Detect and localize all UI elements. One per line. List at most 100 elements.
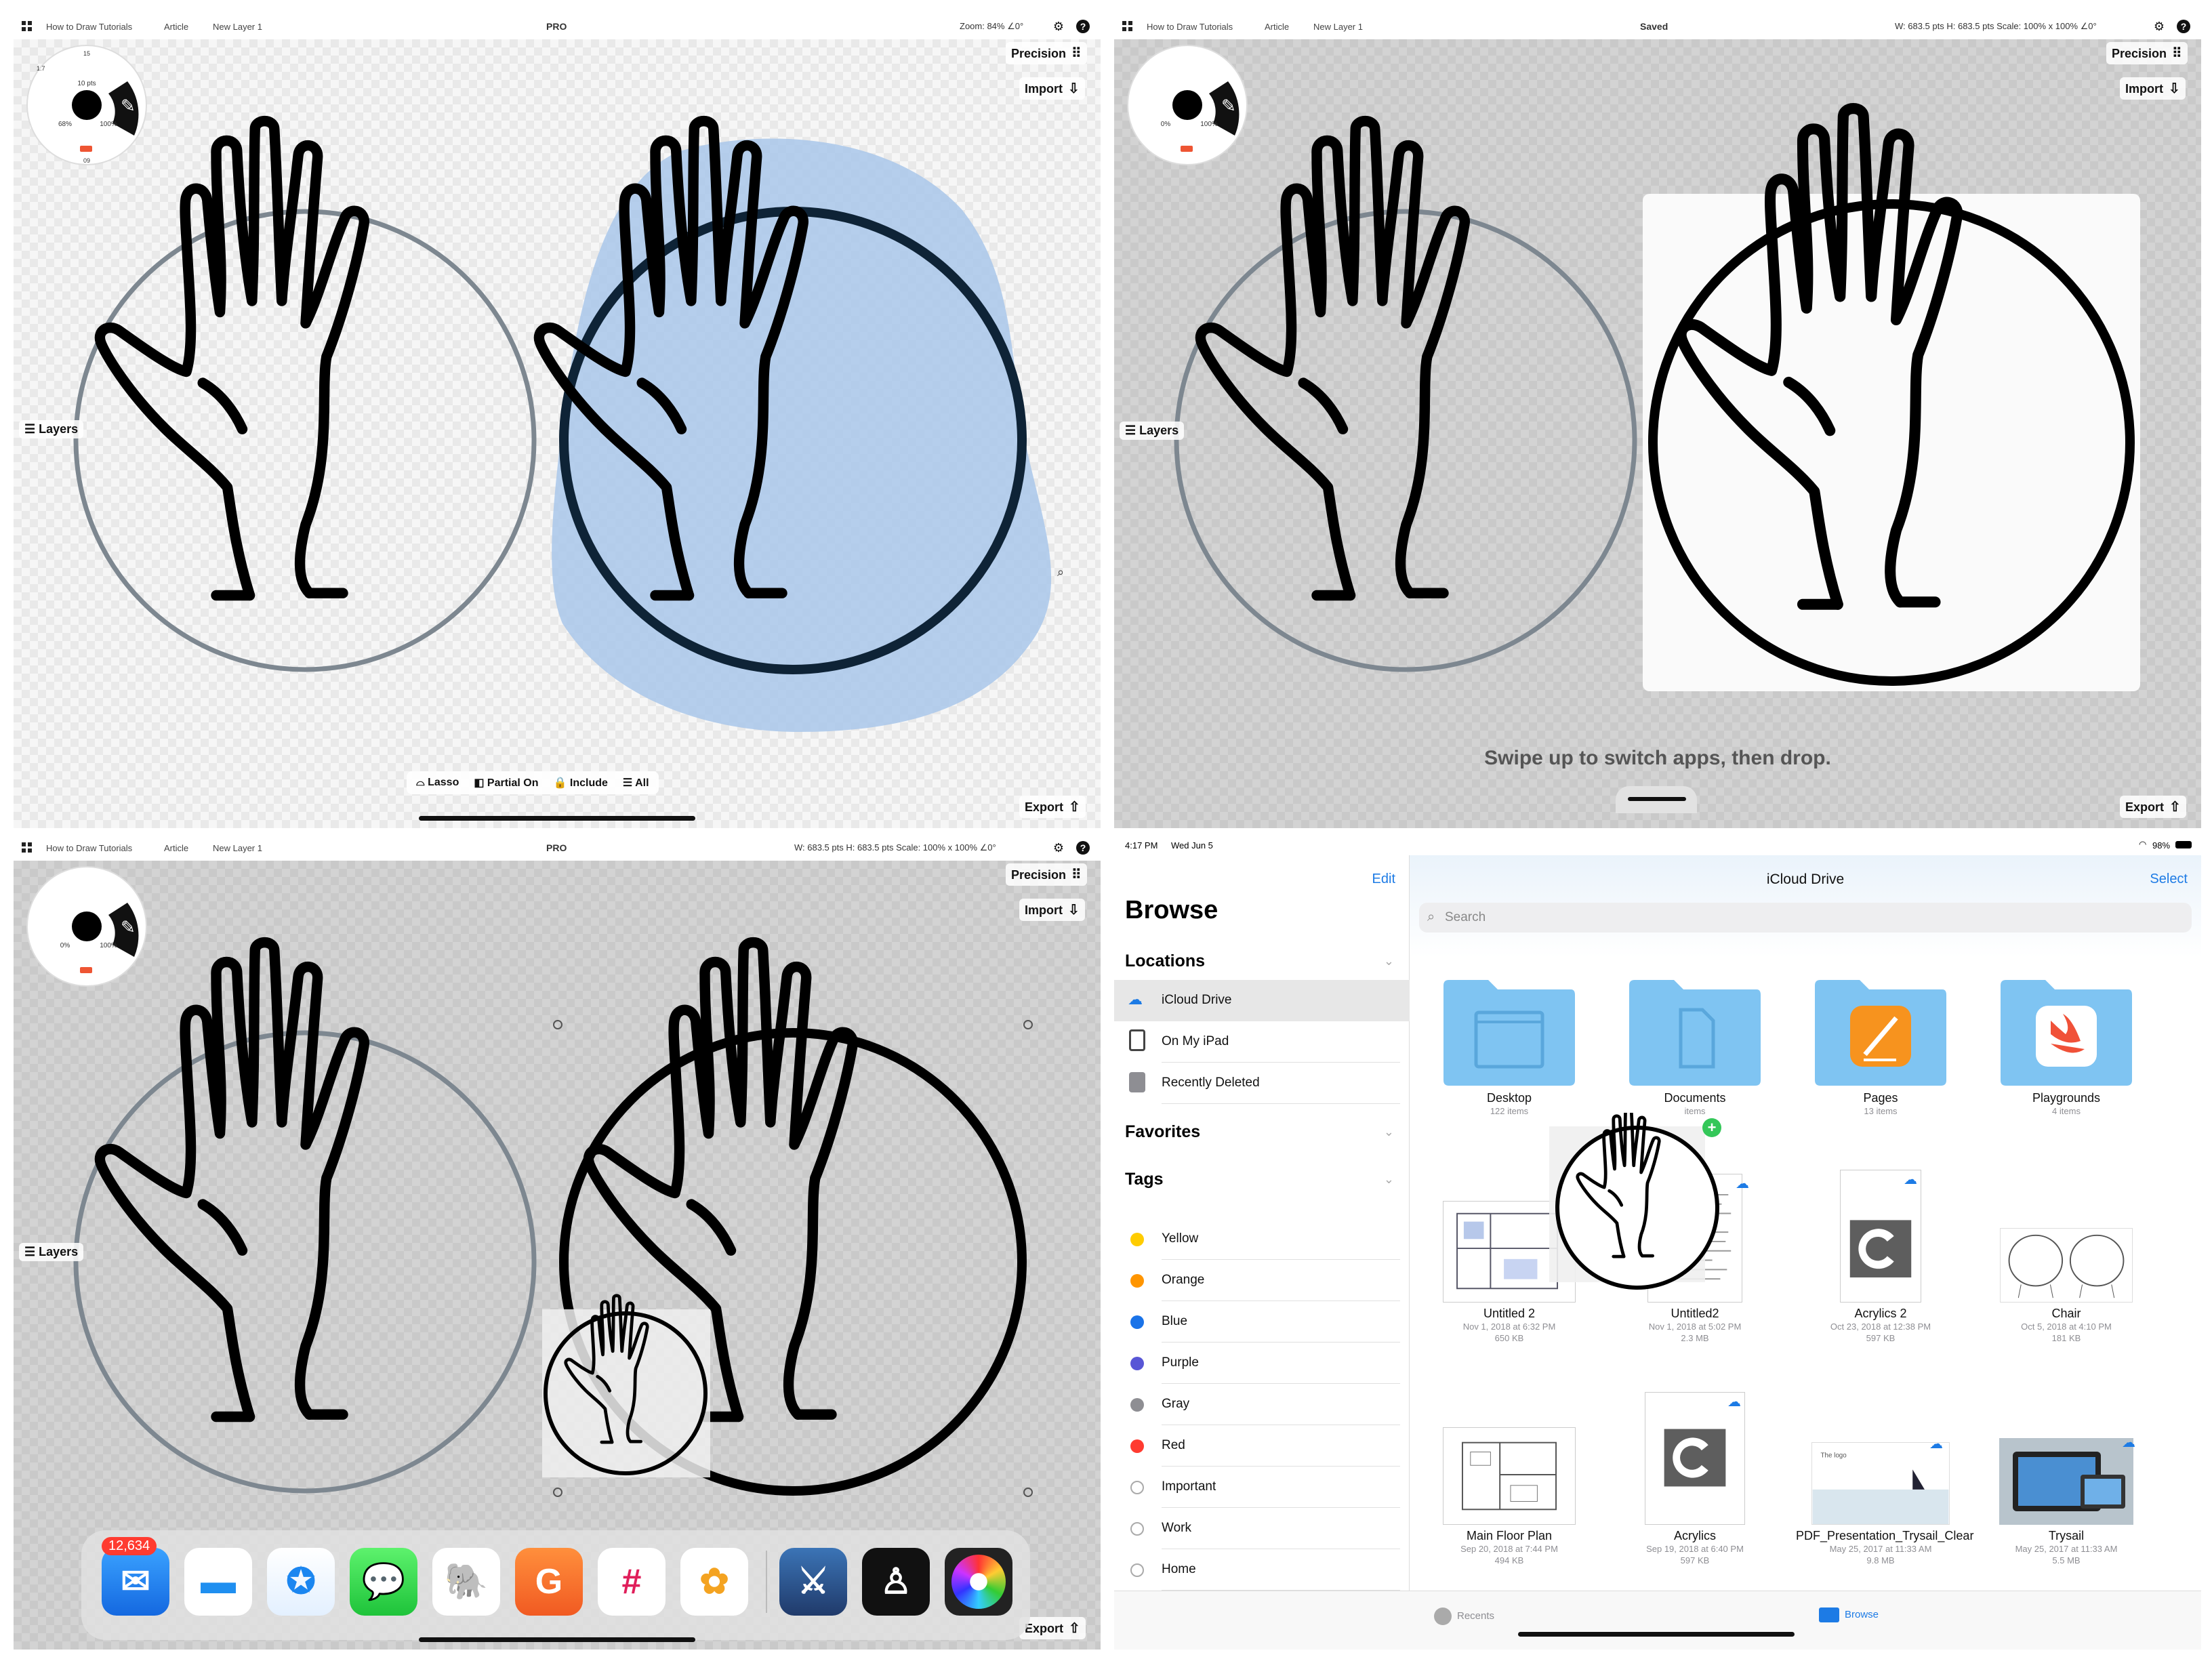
gallery-grid-icon[interactable] bbox=[22, 21, 33, 32]
home-indicator[interactable] bbox=[419, 816, 695, 821]
dragged-preview-card[interactable] bbox=[1643, 194, 2140, 691]
breadcrumb-article[interactable]: Article bbox=[164, 843, 188, 853]
files-app-icon[interactable]: ▬ bbox=[184, 1548, 252, 1616]
gallery-grid-icon[interactable] bbox=[1122, 21, 1133, 32]
locations-header[interactable]: Locations bbox=[1125, 951, 1205, 971]
edit-button[interactable]: Edit bbox=[1372, 872, 1395, 887]
tab-recents[interactable]: Recents bbox=[1434, 1607, 1494, 1625]
layers-button[interactable]: ☰ Layers bbox=[19, 420, 84, 438]
tags-header[interactable]: Tags bbox=[1125, 1170, 1164, 1189]
tag-color-dot bbox=[1130, 1522, 1144, 1536]
export-button[interactable]: Export ⇧ bbox=[2120, 796, 2186, 818]
dimensions-readout: W: 683.5 pts H: 683.5 pts Scale: 100% x … bbox=[794, 842, 996, 853]
dragged-thumbnail[interactable] bbox=[542, 1296, 710, 1477]
lasso-option[interactable]: ⌓ Lasso bbox=[416, 777, 459, 789]
layers-button[interactable]: ☰ Layers bbox=[1120, 422, 1185, 440]
dragged-drawing-preview[interactable]: + bbox=[1549, 1113, 1731, 1294]
help-icon[interactable]: ? bbox=[2177, 20, 2190, 33]
sidebar-tag-work[interactable]: Work bbox=[1114, 1508, 1410, 1549]
folder-playgrounds[interactable]: Playgrounds 4 items bbox=[1982, 979, 2151, 1117]
chevron-down-icon[interactable]: ⌄ bbox=[1384, 1125, 1394, 1139]
tool-wheel[interactable]: 0% 100% ✎ bbox=[26, 862, 155, 991]
file-acrylics[interactable]: ☁ Acrylics Sep 19, 2018 at 6:40 PM 597 K… bbox=[1610, 1392, 1780, 1566]
sidebar-tag-home[interactable]: Home bbox=[1114, 1549, 1410, 1591]
folder-desktop[interactable]: Desktop 122 items bbox=[1425, 979, 1594, 1117]
sidebar-item-icloud-drive[interactable]: ☁ iCloud Drive bbox=[1114, 980, 1410, 1021]
color-app-icon[interactable] bbox=[945, 1548, 1012, 1616]
cloud-download-icon[interactable]: ☁ bbox=[1902, 1173, 1919, 1187]
tool-wheel[interactable]: 0% 100% ✎ bbox=[1126, 41, 1255, 169]
sidebar-tag-blue[interactable]: Blue bbox=[1114, 1301, 1410, 1343]
sidebar-tag-purple[interactable]: Purple bbox=[1114, 1343, 1410, 1384]
sidebar-tag-orange[interactable]: Orange bbox=[1114, 1260, 1410, 1301]
breadcrumb-layer[interactable]: New Layer 1 bbox=[213, 843, 262, 853]
messages-app-icon[interactable]: 💬 bbox=[350, 1548, 417, 1616]
layers-button[interactable]: ☰ Layers bbox=[19, 1243, 84, 1261]
all-option[interactable]: ☰ All bbox=[623, 776, 649, 790]
sidebar-tag-gray[interactable]: Gray bbox=[1114, 1384, 1410, 1425]
cloud-download-icon[interactable]: ☁ bbox=[2120, 1436, 2137, 1450]
item-name: Chair bbox=[2051, 1307, 2081, 1320]
precision-button[interactable]: Precision ⠿ bbox=[1006, 863, 1087, 886]
import-button[interactable]: Import ⇩ bbox=[1019, 899, 1085, 921]
search-input[interactable]: ⌕ Search bbox=[1419, 903, 2192, 933]
partial-option[interactable]: ◧ Partial On bbox=[474, 776, 538, 790]
home-indicator[interactable] bbox=[1628, 797, 1686, 801]
file-main-floor-plan[interactable]: Main Floor Plan Sep 20, 2018 at 7:44 PM … bbox=[1425, 1427, 1594, 1566]
folder-pages[interactable]: Pages 13 items bbox=[1796, 979, 1965, 1117]
tab-browse[interactable]: Browse bbox=[1819, 1607, 1879, 1622]
file-trysail[interactable]: ☁ Trysail May 25, 2017 at 11:33 AM 5.5 M… bbox=[1982, 1427, 2151, 1566]
evernote-app-icon[interactable]: 🐘 bbox=[432, 1548, 500, 1616]
chevron-down-icon[interactable]: ⌄ bbox=[1384, 954, 1394, 968]
breadcrumb-tutorials[interactable]: How to Draw Tutorials bbox=[1147, 22, 1233, 32]
pro-badge[interactable]: PRO bbox=[546, 842, 567, 853]
file-pdf-presentation-trysail[interactable]: The logo ☁ PDF_Presentation_Trysail_Clea… bbox=[1796, 1427, 1974, 1566]
safari-app-icon[interactable]: ✪ bbox=[267, 1548, 335, 1616]
breadcrumb-layer[interactable]: New Layer 1 bbox=[213, 22, 262, 32]
sidebar-item-recently-deleted[interactable]: Recently Deleted bbox=[1114, 1063, 1410, 1104]
breadcrumb-tutorials[interactable]: How to Draw Tutorials bbox=[46, 22, 132, 32]
sidebar-tag-red[interactable]: Red bbox=[1114, 1425, 1410, 1467]
import-button[interactable]: Import ⇩ bbox=[1019, 77, 1085, 100]
game-app-icon[interactable]: ⚔ bbox=[779, 1548, 847, 1616]
export-button[interactable]: Export ⇧ bbox=[1019, 796, 1086, 818]
folder-documents[interactable]: Documents items bbox=[1610, 979, 1780, 1117]
home-indicator[interactable] bbox=[419, 1637, 695, 1642]
sidebar-item-label: Gray bbox=[1162, 1397, 1190, 1411]
item-name: PDF_Presentation_Trysail_Clear bbox=[1796, 1529, 1974, 1542]
favorites-header[interactable]: Favorites bbox=[1125, 1122, 1200, 1142]
select-button[interactable]: Select bbox=[2150, 872, 2188, 887]
tool-wheel[interactable]: 10 pts 68% 100% 15 1.7 09 ✎ bbox=[26, 41, 155, 169]
cloud-download-icon[interactable]: ☁ bbox=[1927, 1437, 1945, 1451]
precision-button[interactable]: Precision ⠿ bbox=[2106, 42, 2188, 64]
home-indicator[interactable] bbox=[1518, 1632, 1795, 1637]
pro-badge[interactable]: PRO bbox=[546, 21, 567, 32]
help-icon[interactable]: ? bbox=[1076, 841, 1090, 855]
settings-gear-icon[interactable]: ⚙ bbox=[1052, 841, 1065, 855]
chevron-down-icon[interactable]: ⌄ bbox=[1384, 1172, 1394, 1187]
sidebar-tag-important[interactable]: Important bbox=[1114, 1467, 1410, 1508]
mail-app-icon[interactable]: ✉ bbox=[102, 1548, 169, 1616]
slack-app-icon[interactable]: # bbox=[598, 1548, 665, 1616]
file-acrylics-2[interactable]: ☁ Acrylics 2 Oct 23, 2018 at 12:38 PM 59… bbox=[1796, 1170, 1965, 1344]
sidebar-tag-yellow[interactable]: Yellow bbox=[1114, 1218, 1410, 1260]
settings-gear-icon[interactable]: ⚙ bbox=[2152, 20, 2166, 33]
photos-app-icon[interactable]: ✿ bbox=[680, 1548, 748, 1616]
breadcrumb-article[interactable]: Article bbox=[164, 22, 188, 32]
settings-gear-icon[interactable]: ⚙ bbox=[1052, 20, 1065, 33]
include-option[interactable]: 🔒 Include bbox=[554, 776, 608, 790]
breadcrumb-tutorials[interactable]: How to Draw Tutorials bbox=[46, 843, 132, 853]
help-icon[interactable]: ? bbox=[1076, 20, 1090, 33]
cloud-download-icon[interactable]: ☁ bbox=[1725, 1395, 1743, 1409]
figure-app-icon[interactable]: ♙ bbox=[862, 1548, 930, 1616]
concepts-app-icon[interactable]: G bbox=[515, 1548, 583, 1616]
breadcrumb-layer[interactable]: New Layer 1 bbox=[1313, 22, 1363, 32]
precision-label: Precision bbox=[1011, 868, 1067, 882]
gallery-grid-icon[interactable] bbox=[22, 842, 33, 853]
breadcrumb-article[interactable]: Article bbox=[1265, 22, 1289, 32]
file-chair[interactable]: Chair Oct 5, 2018 at 4:10 PM 181 KB bbox=[1982, 1201, 2151, 1344]
import-button[interactable]: Import ⇩ bbox=[2120, 77, 2186, 100]
precision-button[interactable]: Precision ⠿ bbox=[1006, 42, 1087, 64]
sidebar-item-on-my-ipad[interactable]: On My iPad bbox=[1114, 1021, 1410, 1063]
cloud-download-icon[interactable]: ☁ bbox=[1734, 1177, 1751, 1191]
